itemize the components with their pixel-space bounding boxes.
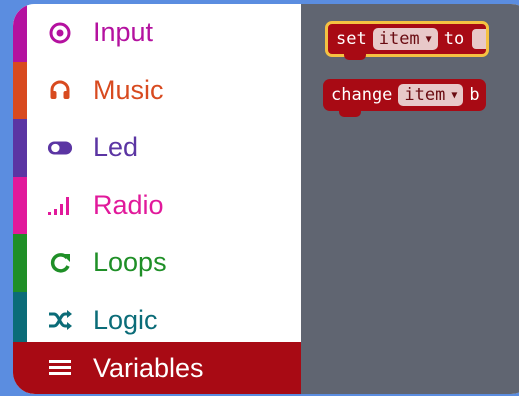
category-music[interactable]: Music — [13, 61, 301, 119]
category-input[interactable]: Input — [13, 4, 301, 62]
shuffle-icon — [47, 307, 73, 333]
category-label: Logic — [93, 304, 158, 335]
editor-frame: Input Music Led Radio Loops Logic Variab… — [13, 4, 519, 394]
block-suffix: to — [443, 29, 465, 49]
category-radio[interactable]: Radio — [13, 176, 301, 234]
variable-dropdown[interactable]: item ▼ — [398, 84, 464, 106]
category-label: Radio — [93, 189, 164, 220]
category-led[interactable]: Led — [13, 119, 301, 177]
refresh-icon — [47, 250, 73, 276]
block-keyword: set — [336, 29, 367, 49]
category-stripe — [13, 4, 27, 62]
category-loops[interactable]: Loops — [13, 234, 301, 292]
dropdown-arrow-icon: ▼ — [425, 33, 432, 45]
category-variables[interactable]: Variables — [13, 342, 301, 394]
workspace[interactable]: set item ▼ to change item ▼ b — [301, 4, 519, 394]
list-icon — [47, 355, 73, 381]
value-slot[interactable] — [472, 29, 487, 49]
category-stripe — [13, 61, 27, 119]
category-label: Variables — [93, 352, 204, 383]
variable-name: item — [378, 29, 420, 49]
category-label: Led — [93, 132, 139, 163]
set-variable-block[interactable]: set item ▼ to — [325, 21, 490, 60]
block-connector — [339, 109, 361, 117]
toggle-icon — [47, 135, 73, 161]
category-stripe — [13, 291, 27, 349]
toolbox: Input Music Led Radio Loops Logic Variab… — [13, 4, 301, 394]
category-label: Input — [93, 17, 154, 48]
dropdown-arrow-icon: ▼ — [451, 89, 458, 101]
category-label: Loops — [93, 247, 167, 278]
change-variable-block[interactable]: change item ▼ b — [323, 79, 486, 117]
target-icon — [47, 20, 73, 46]
variable-name: item — [404, 85, 446, 105]
block-keyword: change — [331, 85, 393, 105]
block-suffix: b — [469, 85, 480, 105]
category-stripe — [13, 342, 27, 394]
headphones-icon — [47, 77, 73, 103]
signal-bars-icon — [47, 192, 73, 218]
category-stripe — [13, 234, 27, 292]
block-connector — [344, 52, 366, 60]
category-logic[interactable]: Logic — [13, 291, 301, 349]
category-stripe — [13, 176, 27, 234]
category-label: Music — [93, 74, 164, 105]
variable-dropdown[interactable]: item ▼ — [372, 28, 438, 50]
category-stripe — [13, 119, 27, 177]
